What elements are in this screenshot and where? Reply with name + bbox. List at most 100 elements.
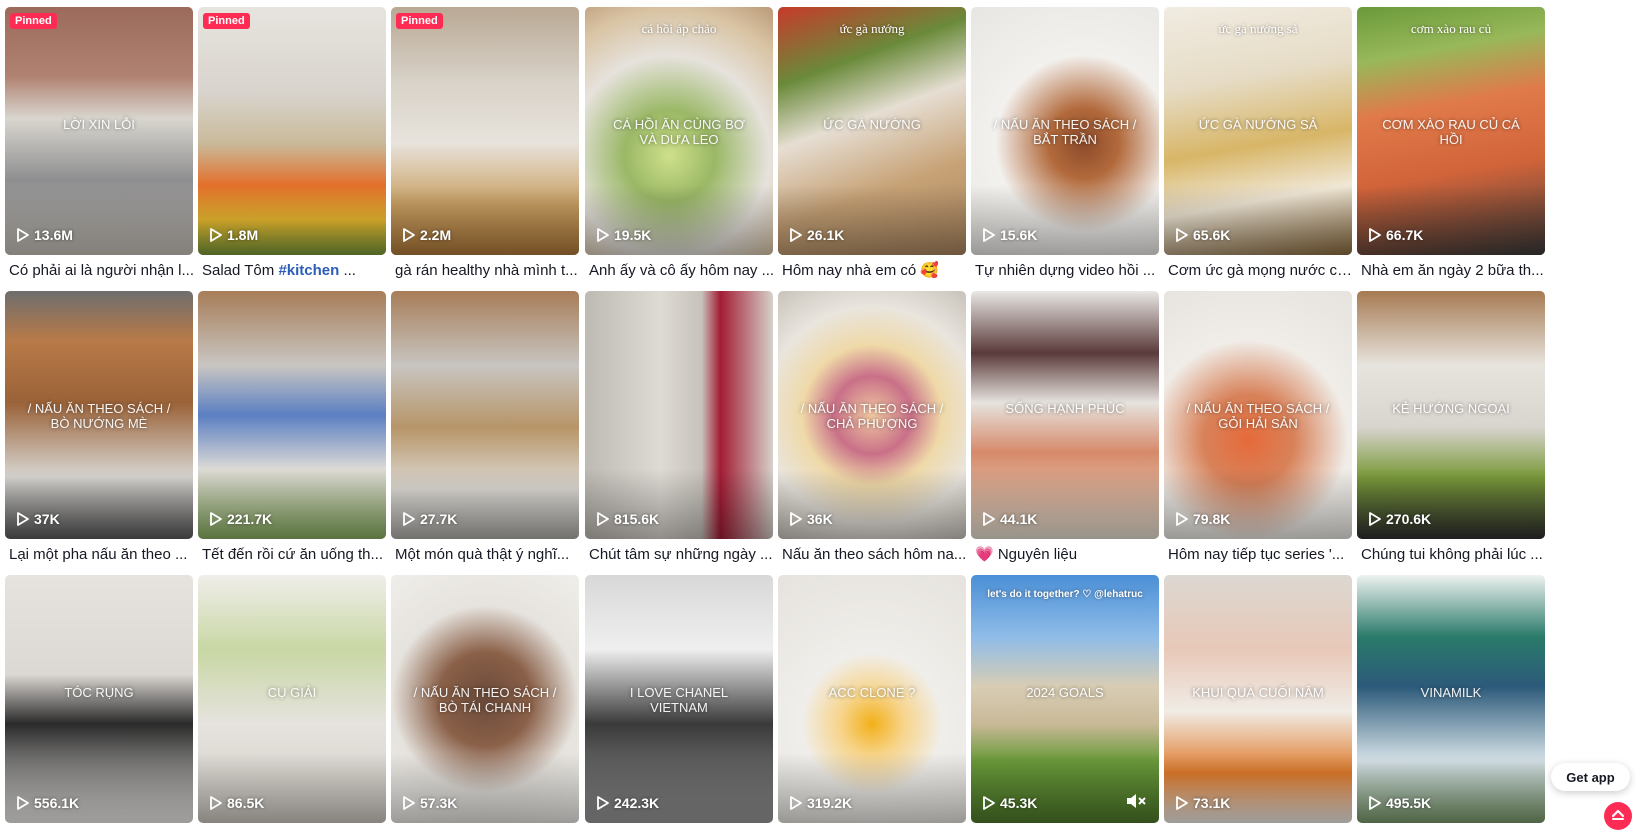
- video-description[interactable]: 💗 Nguyên liệu: [975, 545, 1161, 565]
- overlay-title: cá hồi áp chảo: [641, 21, 717, 36]
- view-count: 242.3K: [597, 795, 659, 811]
- video-description[interactable]: Anh ấy và cô ấy hôm nay ...: [589, 261, 775, 281]
- thumbnail-shade: [1357, 469, 1545, 539]
- video-thumbnail[interactable]: let's do it together? ♡ @lehatruc 2024 G…: [971, 575, 1159, 823]
- hashtag-link[interactable]: #kitchen: [278, 262, 339, 279]
- overlay-caption: / nấu ăn theo sách / BÒ NƯỚNG MÈ: [27, 401, 171, 431]
- video-thumbnail[interactable]: I LOVE CHANEL VIETNAM 242.3K: [585, 575, 773, 823]
- video-thumbnail[interactable]: ACC CLONE ? 319.2K: [778, 575, 966, 823]
- scroll-to-top-button[interactable]: [1604, 802, 1632, 830]
- play-icon: [790, 512, 802, 526]
- overlay-caption: CÁ HỒI ĂN CÙNG BƠ VÀ DƯA LEO: [613, 117, 745, 147]
- play-icon: [983, 796, 995, 810]
- thumbnail-shade: [585, 185, 773, 255]
- overlay-caption: TÓC RỤNG: [64, 685, 134, 700]
- play-icon: [790, 228, 802, 242]
- video-thumbnail[interactable]: VINAMILK 495.5K: [1357, 575, 1545, 823]
- video-thumbnail[interactable]: ức gà nướng sả ỨC GÀ NƯỚNG SẢ 65.6K: [1164, 7, 1352, 255]
- view-count-value: 26.1K: [807, 227, 845, 243]
- video-description[interactable]: Hôm nay tiếp tục series '...: [1168, 545, 1354, 565]
- thumbnail-shade: [778, 753, 966, 823]
- mute-icon[interactable]: [1125, 792, 1147, 815]
- video-thumbnail[interactable]: / nấu ăn theo sách / CHẢ PHƯỢNG 36K: [778, 291, 966, 539]
- video-description[interactable]: Chúng tui không phải lúc ...: [1361, 545, 1547, 565]
- view-count: 57.3K: [403, 795, 457, 811]
- video-description[interactable]: Nấu ăn theo sách hôm na...: [782, 545, 968, 565]
- video-thumbnail[interactable]: cơm xào rau củ CƠM XÀO RAU CỦ CÁ HỒI 66.…: [1357, 7, 1545, 255]
- play-icon: [983, 228, 995, 242]
- view-count-value: 815.6K: [614, 511, 660, 527]
- play-icon: [597, 228, 609, 242]
- view-count: 2.2M: [403, 227, 451, 243]
- thumbnail-shade: [778, 469, 966, 539]
- get-app-button[interactable]: Get app: [1551, 763, 1630, 791]
- overlay-title: ức gà nướng: [839, 21, 905, 36]
- video-thumbnail[interactable]: / nấu ăn theo sách / BÒ TÁI CHANH 57.3K: [391, 575, 579, 823]
- view-count: 13.6M: [17, 227, 73, 243]
- thumbnail-shade: [585, 469, 773, 539]
- thumbnail-shade: [778, 185, 966, 255]
- play-icon: [790, 796, 802, 810]
- play-icon: [1369, 796, 1381, 810]
- video-thumbnail[interactable]: / nấu ăn theo sách / GỎI HẢI SẢN 79.8K: [1164, 291, 1352, 539]
- video-thumbnail[interactable]: Pinned 1.8M: [198, 7, 386, 255]
- video-description[interactable]: Nhà em ăn ngày 2 bữa th...: [1361, 261, 1547, 281]
- pinned-badge: Pinned: [10, 13, 57, 29]
- video-thumbnail[interactable]: ức gà nướng ỨC GÀ NƯỚNG 26.1K: [778, 7, 966, 255]
- view-count-value: 495.5K: [1386, 795, 1432, 811]
- arrow-up-icon: [1610, 806, 1626, 827]
- video-thumbnail[interactable]: / nấu ăn theo sách / BẮT TRẦN 15.6K: [971, 7, 1159, 255]
- video-thumbnail[interactable]: / nấu ăn theo sách / BÒ NƯỚNG MÈ 37K: [5, 291, 193, 539]
- video-description[interactable]: Cơm ức gà mọng nước củ...: [1168, 261, 1354, 281]
- video-thumbnail[interactable]: Pinned 2.2M: [391, 7, 579, 255]
- overlay-caption: VINAMILK: [1420, 685, 1482, 700]
- view-count-value: 65.6K: [1193, 227, 1231, 243]
- video-description[interactable]: Chút tâm sự những ngày ...: [589, 545, 775, 565]
- video-thumbnail[interactable]: TÓC RỤNG 556.1K: [5, 575, 193, 823]
- video-description[interactable]: Có phải ai là người nhận l...: [9, 261, 195, 281]
- view-count-value: 66.7K: [1386, 227, 1424, 243]
- view-count: 221.7K: [210, 511, 272, 527]
- video-description[interactable]: Hôm nay nhà em có 🥰: [782, 261, 968, 281]
- view-count-value: 319.2K: [807, 795, 853, 811]
- thumbnail-shade: [1164, 185, 1352, 255]
- video-description[interactable]: Salad Tôm #kitchen ...: [202, 261, 388, 281]
- overlay-caption: I LOVE CHANEL VIETNAM: [629, 685, 729, 715]
- video-thumbnail[interactable]: CỤ GIẢI 86.5K: [198, 575, 386, 823]
- thumbnail-shade: [1357, 753, 1545, 823]
- view-count: 45.3K: [983, 795, 1037, 811]
- view-count: 36K: [790, 511, 833, 527]
- video-thumbnail[interactable]: KẺ HƯỚNG NGOẠI 270.6K: [1357, 291, 1545, 539]
- video-thumbnail[interactable]: cá hồi áp chảo CÁ HỒI ĂN CÙNG BƠ VÀ DƯA …: [585, 7, 773, 255]
- video-description[interactable]: Tết đến rồi cứ ăn uống th...: [202, 545, 388, 565]
- video-thumbnail[interactable]: KHUI QUÀ CUỐI NĂM 73.1K: [1164, 575, 1352, 823]
- play-icon: [1369, 228, 1381, 242]
- play-icon: [17, 512, 29, 526]
- view-count: 19.5K: [597, 227, 651, 243]
- video-thumbnail[interactable]: 815.6K: [585, 291, 773, 539]
- view-count-value: 44.1K: [1000, 511, 1038, 527]
- play-icon: [210, 512, 222, 526]
- thumbnail-shade: [391, 185, 579, 255]
- video-description[interactable]: Tự nhiên dựng video hồi ...: [975, 261, 1161, 281]
- view-count: 15.6K: [983, 227, 1037, 243]
- overlay-caption: / nấu ăn theo sách / BẮT TRẦN: [993, 117, 1137, 147]
- play-icon: [1176, 228, 1188, 242]
- video-thumbnail[interactable]: 221.7K: [198, 291, 386, 539]
- view-count: 66.7K: [1369, 227, 1423, 243]
- video-thumbnail[interactable]: Pinned LỜI XIN LỖI 13.6M: [5, 7, 193, 255]
- play-icon: [1369, 512, 1381, 526]
- view-count-value: 27.7K: [420, 511, 458, 527]
- play-icon: [403, 796, 415, 810]
- overlay-caption: / nấu ăn theo sách / GỎI HẢI SẢN: [1186, 401, 1330, 431]
- overlay-caption: / nấu ăn theo sách / BÒ TÁI CHANH: [413, 685, 557, 715]
- play-icon: [403, 228, 415, 242]
- video-thumbnail[interactable]: SỐNG HẠNH PHÚC 44.1K: [971, 291, 1159, 539]
- play-icon: [210, 228, 222, 242]
- video-description[interactable]: gà rán healthy nhà mình t...: [395, 261, 581, 281]
- thumbnail-shade: [1164, 753, 1352, 823]
- video-description[interactable]: Lại một pha nấu ăn theo ...: [9, 545, 195, 565]
- view-count: 26.1K: [790, 227, 844, 243]
- video-description[interactable]: Một món quà thật ý nghĩ...: [395, 545, 581, 565]
- video-thumbnail[interactable]: 27.7K: [391, 291, 579, 539]
